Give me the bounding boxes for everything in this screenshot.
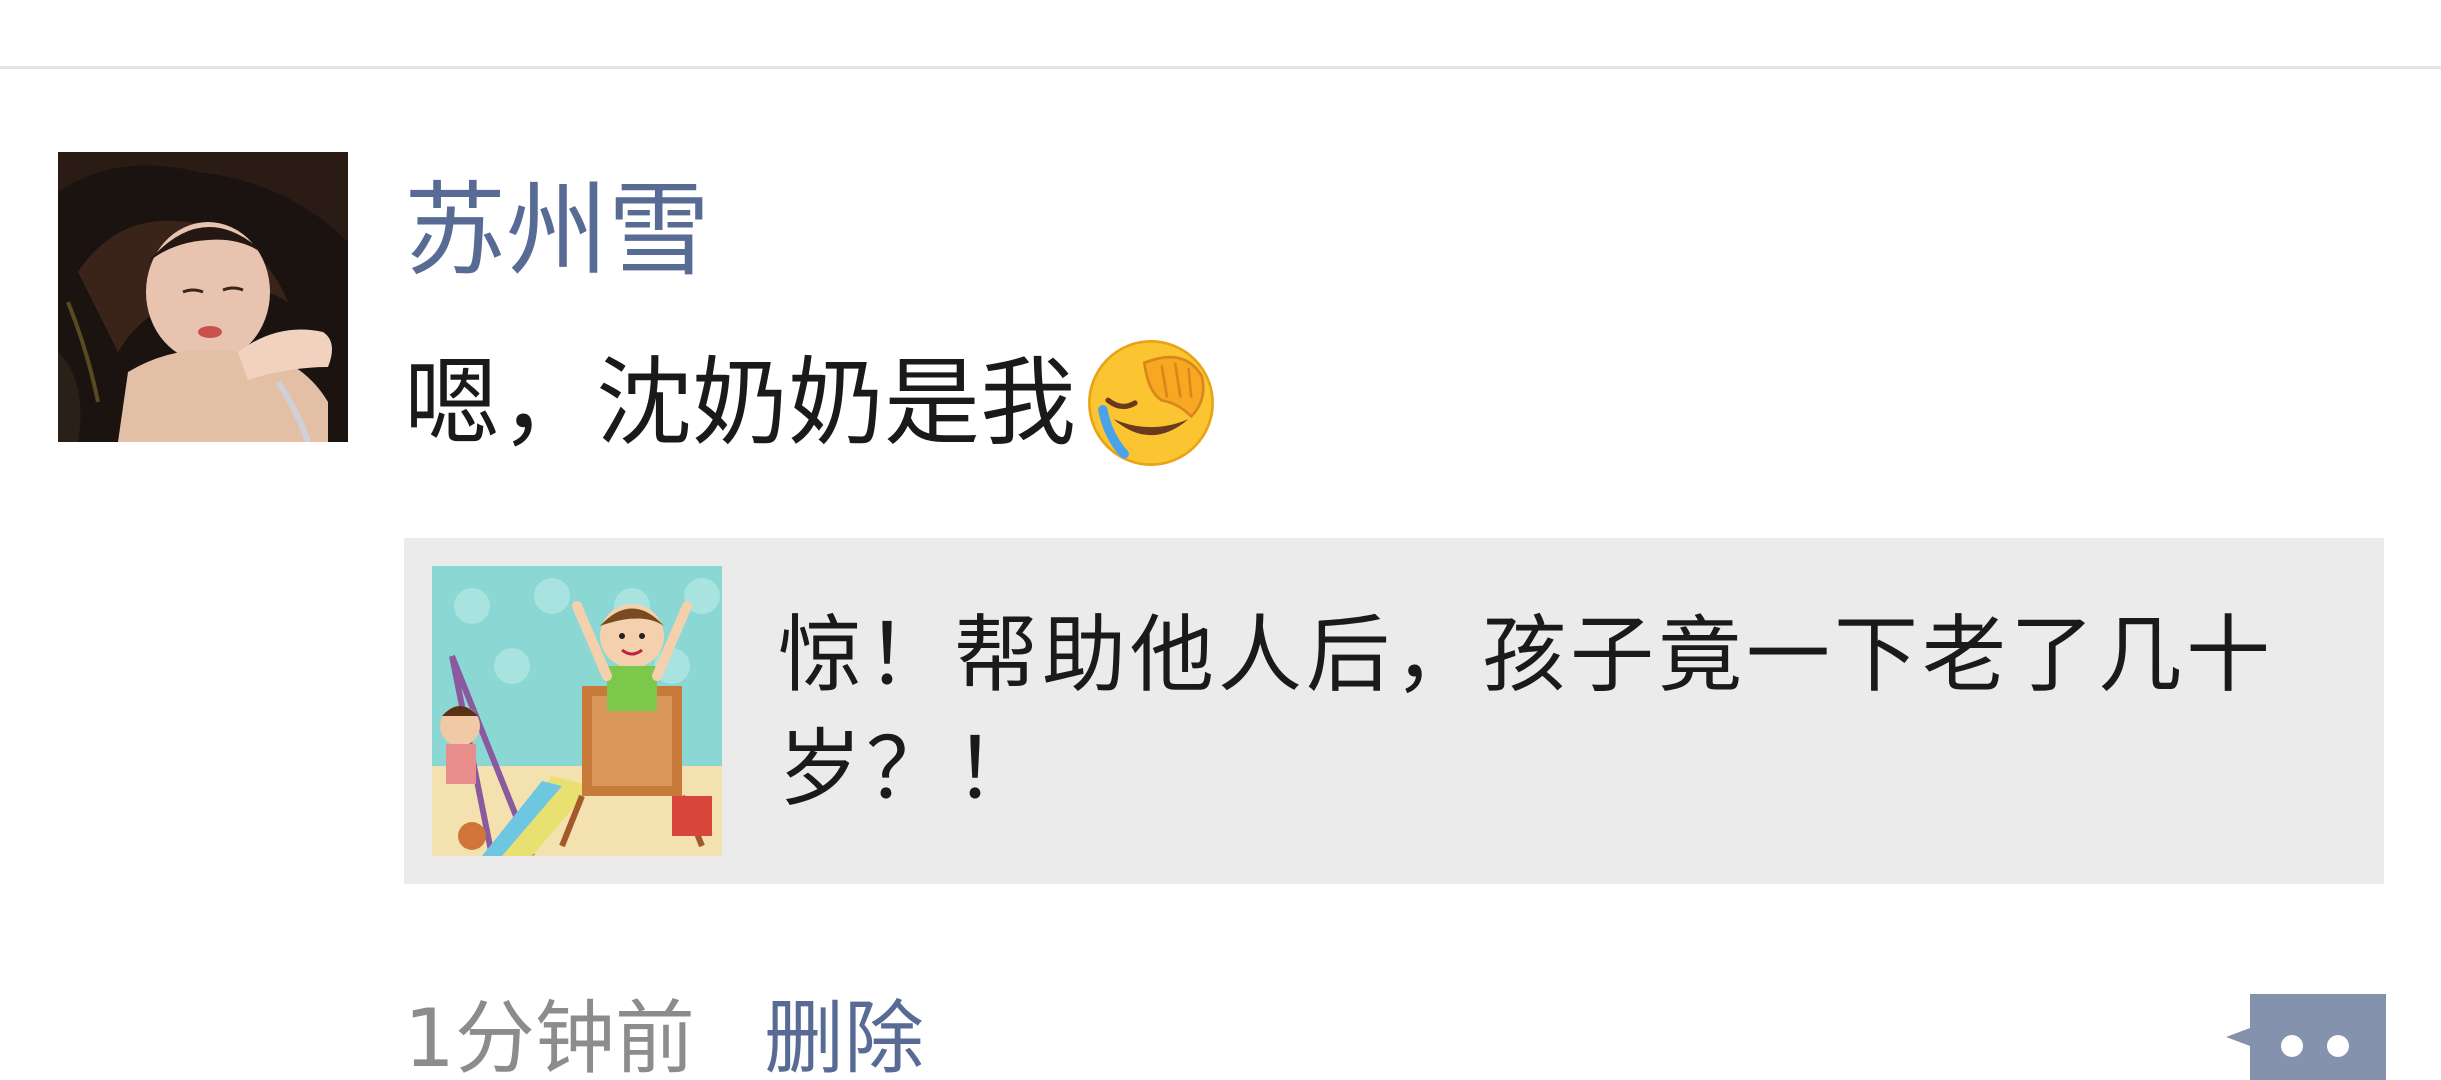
post-text-row: 嗯，沈奶奶是我 <box>404 338 1218 468</box>
kids-playground-illustration-icon <box>432 566 722 856</box>
post-text: 嗯，沈奶奶是我 <box>404 347 1076 459</box>
avatar-photo <box>58 152 348 442</box>
shared-link-card[interactable]: 惊！帮助他人后，孩子竟一下老了几十岁？！ <box>404 538 2384 884</box>
avatar[interactable] <box>58 152 348 442</box>
post-time: 1分钟前 <box>404 992 695 1080</box>
delete-button[interactable]: 删除 <box>764 984 924 1080</box>
username[interactable]: 苏州雪 <box>404 172 710 292</box>
comment-more-icon[interactable] <box>2226 994 2386 1080</box>
face-palm-laughing-emoji-icon <box>1084 336 1218 470</box>
moments-post-page: 苏州雪 嗯，沈奶奶是我 惊！帮助他人后，孩子竟一下老了几十岁？！ 1分钟前 删除 <box>0 0 2441 1080</box>
top-divider <box>0 66 2441 69</box>
shared-link-title: 惊！帮助他人后，孩子竟一下老了几十岁？！ <box>778 606 2275 818</box>
